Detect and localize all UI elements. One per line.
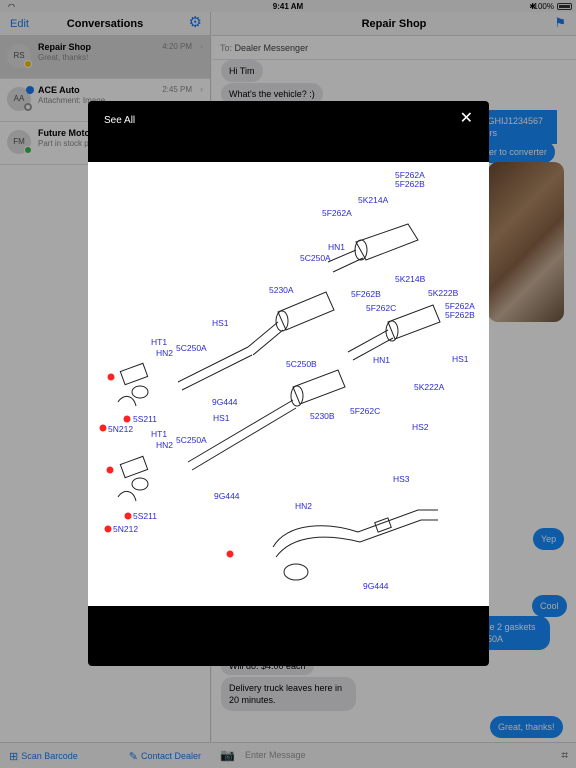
part-label: 5K222B (428, 288, 459, 298)
part-label: 5N212 (108, 424, 133, 434)
see-all-button[interactable]: See All (104, 115, 135, 126)
part-label: 9G444 (363, 581, 389, 591)
part-label: HS2 (412, 422, 429, 432)
part-label: 9G444 (212, 397, 238, 407)
part-label: 5K214B (395, 274, 426, 284)
left-converter-assembly (117, 362, 438, 581)
part-label: HN2 (156, 440, 173, 450)
part-label: 5C250A (176, 343, 207, 353)
part-label: 5F262B (395, 179, 425, 189)
part-label: 5S211 (133, 511, 157, 521)
part-label: HS1 (212, 318, 229, 328)
part-label: 5K214A (358, 195, 389, 205)
part-label: 5K222A (414, 382, 445, 392)
part-label: 5F262B (445, 310, 475, 320)
part-label: 5C250B (286, 359, 317, 369)
part-label: 5F262C (366, 303, 396, 313)
close-icon[interactable]: ✕ (460, 111, 473, 127)
part-label: 9G444 (214, 491, 240, 501)
part-label: 5230A (269, 285, 294, 295)
part-label: HN1 (373, 355, 390, 365)
part-label: 5S211 (133, 414, 157, 424)
part-label: HN2 (295, 501, 312, 511)
part-label: 5C250A (176, 435, 207, 445)
part-label: HS1 (213, 413, 230, 423)
exhaust-parts-diagram: 5F262A 5F262B 5K214A 5F262A HN1 5C250A 5… (88, 162, 489, 606)
part-label: 5F262C (350, 406, 380, 416)
part-label: 5F262B (351, 289, 381, 299)
diagram-svg: 5F262A 5F262B 5K214A 5F262A HN1 5C250A 5… (99, 170, 475, 591)
part-label: HN1 (328, 242, 345, 252)
part-label: HT1 (151, 429, 167, 439)
part-label: 5C250A (300, 253, 331, 263)
part-label: 5N212 (113, 524, 138, 534)
part-label: HS1 (452, 354, 469, 364)
part-label: 5F262A (322, 208, 352, 218)
part-label: HS3 (393, 474, 410, 484)
image-viewer-modal: See All ✕ 5F262A 5F262B 5K214A 5F262A HN… (88, 101, 489, 666)
part-label: HT1 (151, 337, 167, 347)
part-label: HN2 (156, 348, 173, 358)
part-label: 5230B (310, 411, 335, 421)
